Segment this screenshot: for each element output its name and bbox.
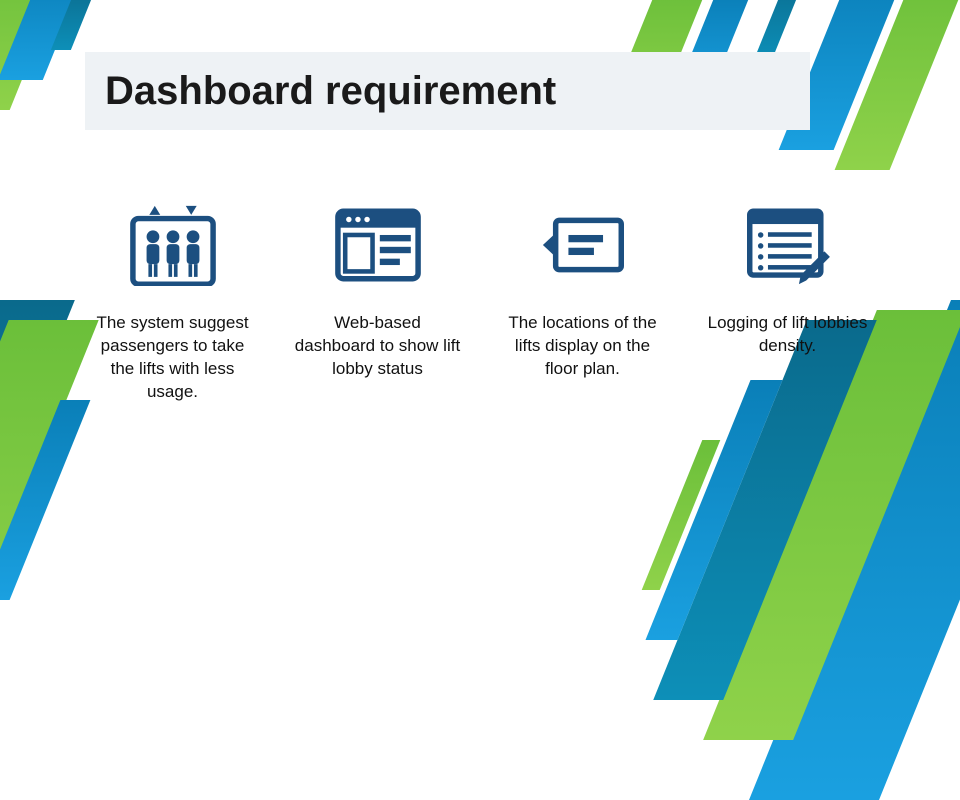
decor-stripe: [754, 0, 808, 60]
web-dashboard-icon: [328, 200, 428, 290]
feature-text: The system suggest passengers to take th…: [88, 312, 258, 404]
slide: Dashboard requirement: [0, 0, 960, 540]
people-elevator-icon: [123, 200, 223, 290]
feature-card: The locations of the lifts display on th…: [490, 200, 675, 404]
title-bar: Dashboard requirement: [85, 52, 810, 130]
feature-card: Web-based dashboard to show lift lobby s…: [285, 200, 470, 404]
floorplan-icon: [533, 200, 633, 290]
feature-row: The system suggest passengers to take th…: [80, 200, 880, 404]
feature-text: Logging of lift lobbies density.: [703, 312, 873, 358]
page-title: Dashboard requirement: [105, 69, 556, 114]
log-list-icon: [738, 200, 838, 290]
feature-card: The system suggest passengers to take th…: [80, 200, 265, 404]
feature-text: Web-based dashboard to show lift lobby s…: [293, 312, 463, 381]
feature-card: Logging of lift lobbies density.: [695, 200, 880, 404]
feature-text: The locations of the lifts display on th…: [498, 312, 668, 381]
